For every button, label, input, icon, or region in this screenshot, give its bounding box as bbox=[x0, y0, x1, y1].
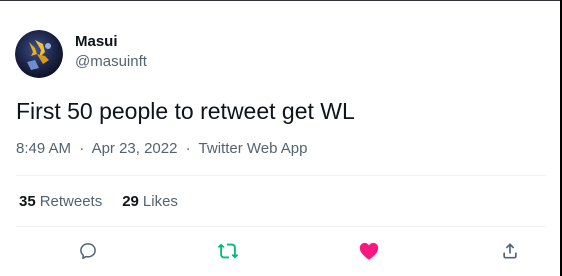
tweet-text: First 50 people to retweet get WL bbox=[16, 98, 355, 124]
reply-button[interactable] bbox=[73, 236, 103, 266]
reply-icon bbox=[80, 243, 96, 260]
user-handle[interactable]: @masuinft bbox=[75, 52, 147, 72]
share-icon bbox=[503, 243, 517, 259]
retweet-button[interactable] bbox=[213, 236, 243, 266]
likes-stat[interactable]: 29 Likes bbox=[122, 192, 178, 212]
tweet-meta: 8:49 AM · Apr 23, 2022 · Twitter Web App bbox=[16, 139, 308, 159]
divider bbox=[16, 175, 546, 176]
likes-count: 29 bbox=[122, 193, 139, 210]
tweet-source[interactable]: Twitter Web App bbox=[199, 140, 308, 157]
tweet-stats: 35 Retweets 29 Likes bbox=[19, 192, 198, 212]
tweet-date[interactable]: Apr 23, 2022 bbox=[92, 140, 178, 157]
heart-icon bbox=[359, 242, 379, 260]
tweet-header: Masui @masuinft bbox=[15, 30, 147, 78]
tweet-actions bbox=[16, 236, 546, 266]
like-button[interactable] bbox=[354, 236, 384, 266]
avatar[interactable] bbox=[15, 30, 63, 78]
top-divider bbox=[0, 0, 562, 1]
tweet-time[interactable]: 8:49 AM bbox=[16, 140, 71, 157]
divider bbox=[16, 226, 546, 227]
retweets-count: 35 bbox=[19, 193, 36, 210]
retweets-label: Retweets bbox=[39, 193, 103, 210]
meta-separator: · bbox=[185, 140, 191, 157]
meta-separator: · bbox=[79, 140, 85, 157]
author-names: Masui @masuinft bbox=[75, 32, 147, 72]
avatar-image bbox=[15, 30, 63, 78]
display-name[interactable]: Masui bbox=[75, 32, 147, 52]
retweet-icon bbox=[217, 243, 239, 259]
retweets-stat[interactable]: 35 Retweets bbox=[19, 192, 102, 212]
likes-label: Likes bbox=[142, 193, 178, 210]
share-button[interactable] bbox=[495, 236, 525, 266]
